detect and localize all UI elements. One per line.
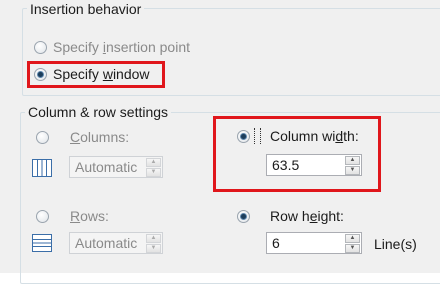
focus-indicator [254,128,261,144]
row-height-value: 6 [272,235,280,251]
column-row-settings-panel: Column & row settings Columns: Automatic… [0,100,440,284]
row-height-spin-down-button[interactable]: ▼ [345,244,360,253]
columns-spin-up-button[interactable]: ▲ [146,158,161,167]
specify-window-label[interactable]: Specify window [53,66,150,82]
row-height-stepper[interactable]: 6 ▲ ▼ [266,232,362,254]
column-width-stepper[interactable]: 63.5 ▲ ▼ [266,154,362,176]
rows-stepper[interactable]: Automatic ▲ ▼ [69,232,163,254]
column-width-spin-up-button[interactable]: ▲ [345,156,360,165]
columns-grid-icon [32,159,52,177]
specify-insertion-point-radio[interactable] [34,41,47,54]
specify-window-radio[interactable] [34,68,47,81]
row-height-radio[interactable] [237,210,250,223]
rows-spin-down-button[interactable]: ▼ [146,244,161,253]
column-row-settings-legend: Column & row settings [25,104,172,120]
rows-radio[interactable] [36,210,49,223]
row-height-unit-label: Line(s) [374,236,417,252]
specify-insertion-point-label[interactable]: Specify insertion point [53,39,190,55]
insertion-behavior-panel: Insertion behavior Specify insertion poi… [0,0,440,100]
rows-label[interactable]: Rows: [70,208,109,224]
row-height-spin-up-button[interactable]: ▲ [345,234,360,243]
columns-radio[interactable] [36,131,49,144]
columns-spin-down-button[interactable]: ▼ [146,168,161,177]
column-width-value: 63.5 [272,157,300,173]
columns-stepper[interactable]: Automatic ▲ ▼ [69,156,163,178]
row-height-label[interactable]: Row height: [270,208,344,224]
insertion-behavior-legend: Insertion behavior [27,1,145,17]
column-width-label[interactable]: Column width: [270,128,359,144]
columns-value: Automatic [75,159,138,175]
column-width-spin-down-button[interactable]: ▼ [345,166,360,175]
columns-label[interactable]: Columns: [70,129,129,145]
column-width-radio[interactable] [237,130,250,143]
rows-grid-icon [32,234,52,252]
rows-spin-up-button[interactable]: ▲ [146,234,161,243]
rows-value: Automatic [75,235,138,251]
